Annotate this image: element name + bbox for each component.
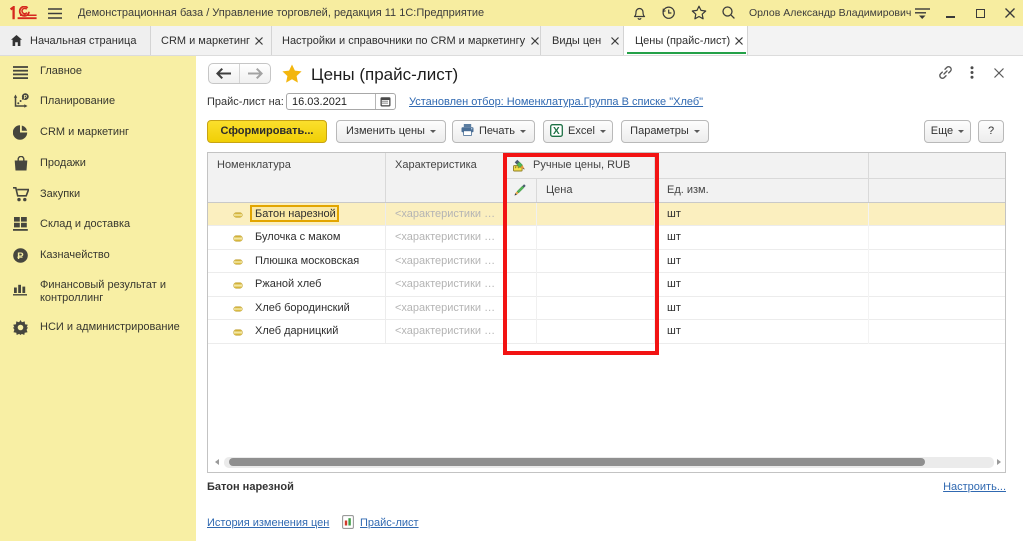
svg-text:X: X xyxy=(553,126,560,137)
svg-text:P: P xyxy=(24,95,28,101)
svg-text:P: P xyxy=(17,251,24,262)
